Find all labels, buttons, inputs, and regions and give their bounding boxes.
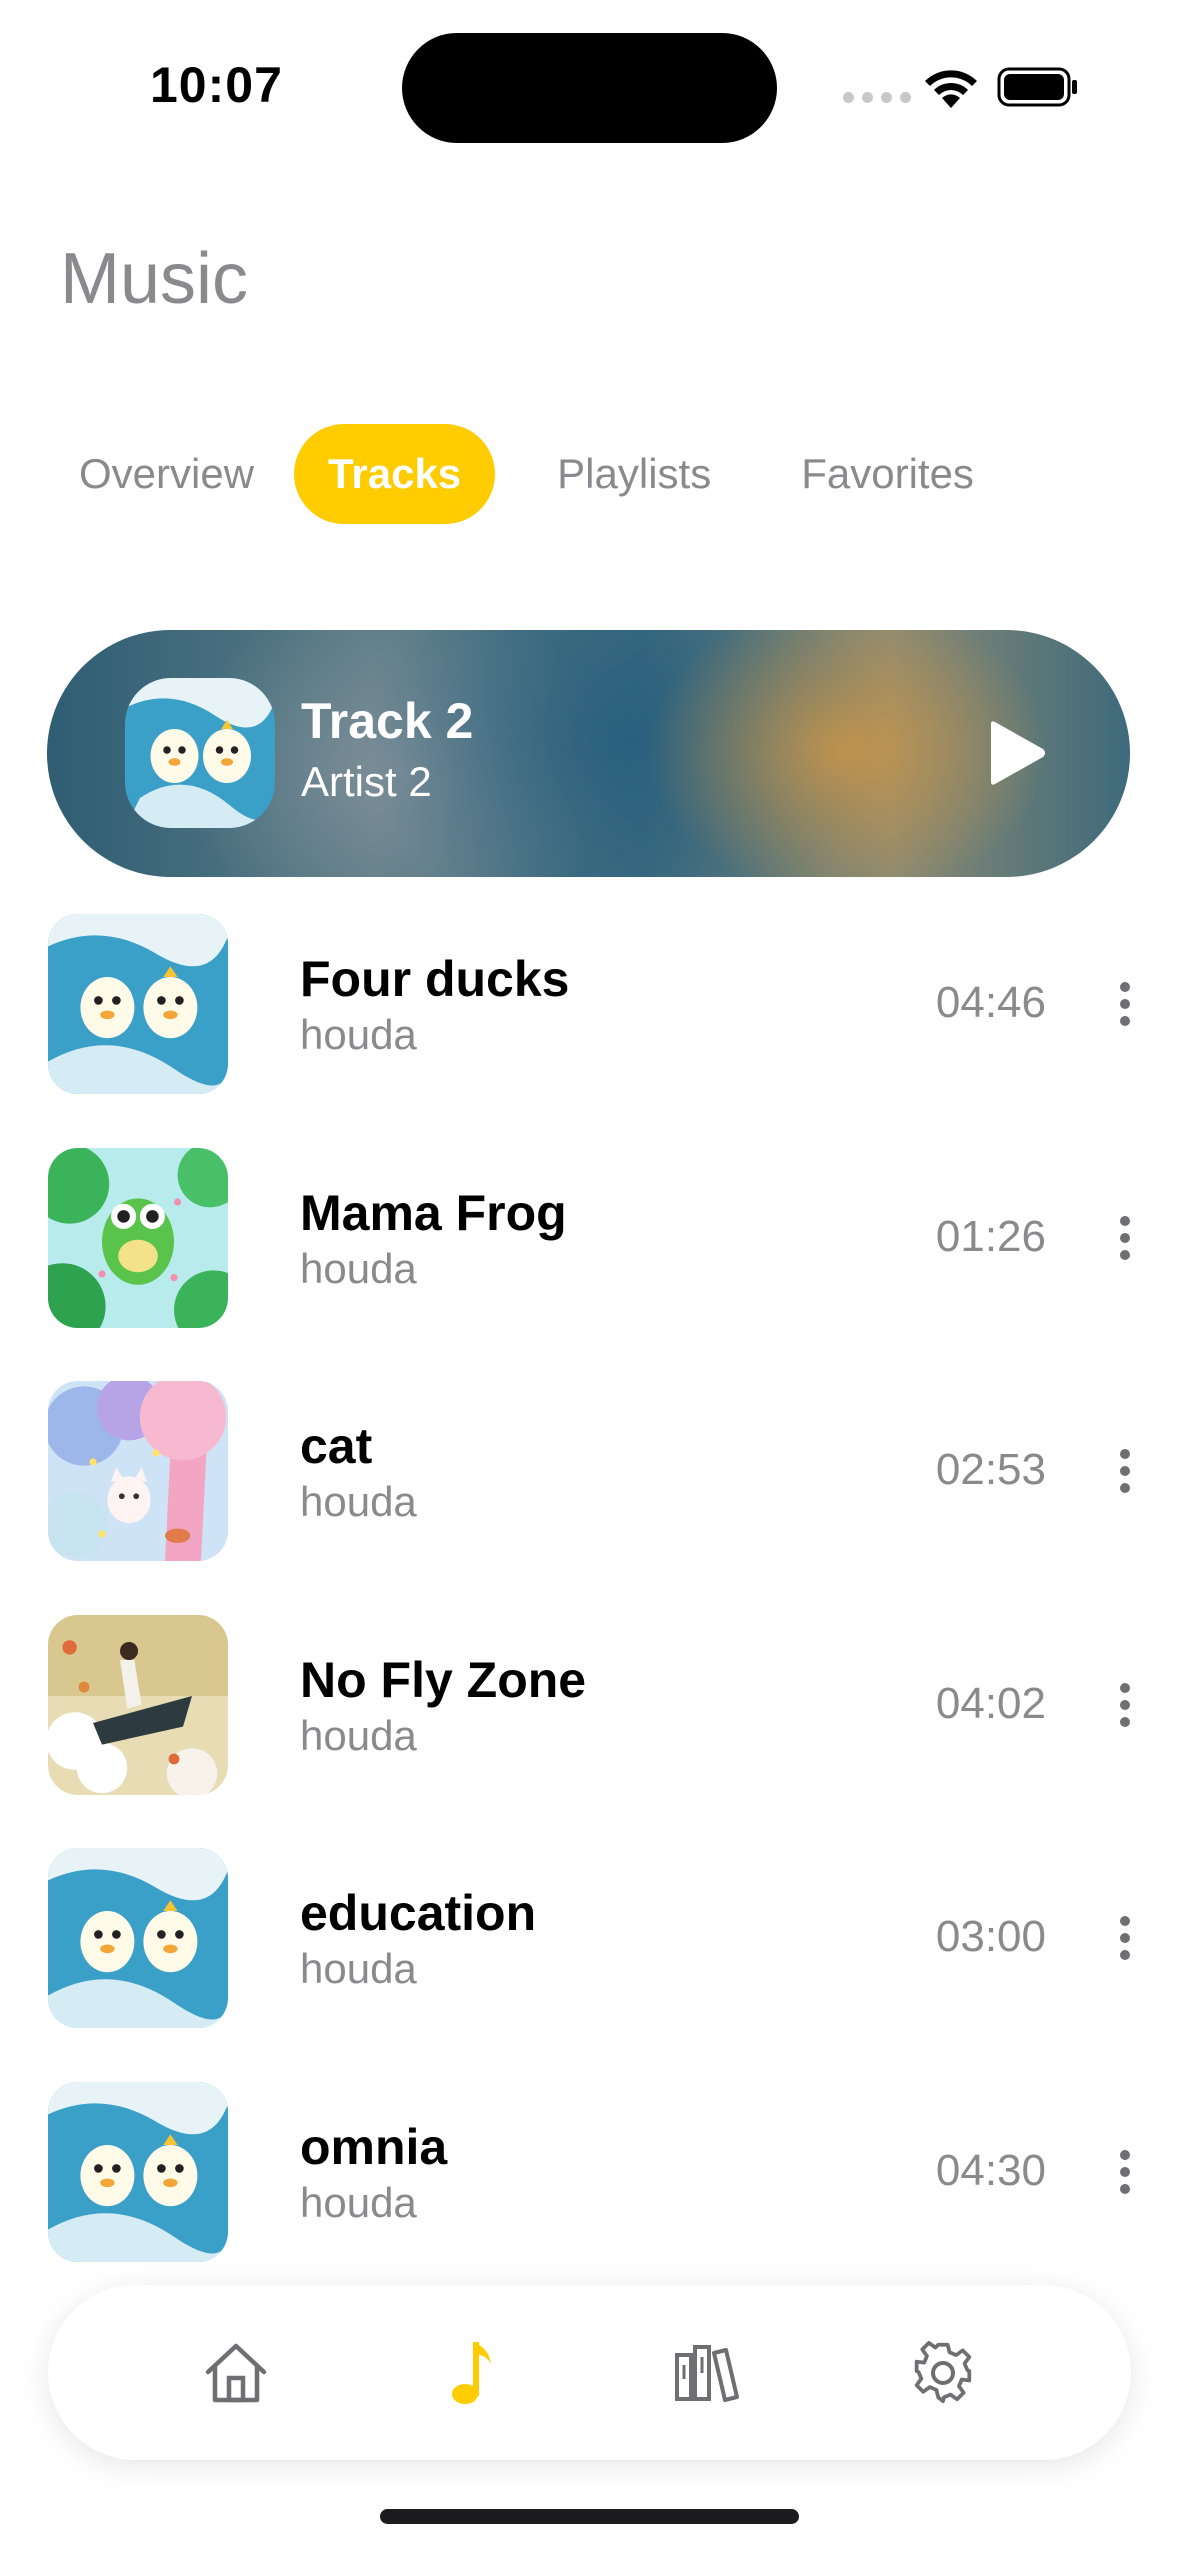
track-title: No Fly Zone xyxy=(300,1651,587,1708)
track-duration: 04:46 xyxy=(935,978,1046,1027)
play-button[interactable] xyxy=(969,708,1059,798)
library-icon xyxy=(675,2344,740,2402)
more-vertical-icon xyxy=(1120,1682,1130,1727)
nav-settings-button[interactable] xyxy=(888,2318,998,2428)
track-row[interactable]: Mama Frog houda 01:26 xyxy=(0,1142,1179,1376)
tab-favorites[interactable]: Favorites xyxy=(767,424,1008,524)
dynamic-island xyxy=(402,33,777,143)
battery-icon xyxy=(997,67,1077,107)
now-playing-artist: Artist 2 xyxy=(301,758,432,805)
now-playing-card[interactable]: Track 2 Artist 2 xyxy=(47,630,1130,877)
more-options-button[interactable] xyxy=(1100,2142,1150,2202)
track-artwork xyxy=(48,1147,228,1328)
settings-gear-icon xyxy=(914,2340,972,2403)
track-artist: houda xyxy=(300,1011,417,1058)
wifi-icon xyxy=(925,70,977,108)
track-list: Four ducks houda 04:46 Mama Frog houda 0… xyxy=(0,908,1179,2310)
track-title: Mama Frog xyxy=(300,1184,567,1241)
track-row[interactable]: omnia houda 04:30 xyxy=(0,2076,1179,2310)
music-note-icon xyxy=(451,2341,491,2404)
tab-overview[interactable]: Overview xyxy=(45,424,288,524)
status-bar: 10:07 xyxy=(0,0,1179,175)
page-title: Music xyxy=(60,239,249,319)
track-artist: houda xyxy=(300,1711,417,1759)
home-icon xyxy=(205,2343,267,2402)
track-title: omnia xyxy=(300,2118,448,2175)
track-artist: houda xyxy=(300,1244,417,1292)
track-artwork xyxy=(48,2081,228,2262)
more-vertical-icon xyxy=(1120,2149,1130,2194)
track-title: cat xyxy=(300,1418,373,1475)
tab-tracks[interactable]: Tracks xyxy=(294,424,496,524)
track-artwork xyxy=(48,1848,228,2029)
track-artist: houda xyxy=(300,1478,417,1526)
bottom-tab-bar xyxy=(48,2285,1131,2460)
more-options-button[interactable] xyxy=(1100,1908,1150,1968)
track-row[interactable]: No Fly Zone houda 04:02 xyxy=(0,1609,1179,1843)
more-vertical-icon xyxy=(1120,1916,1130,1961)
play-icon xyxy=(991,721,1045,785)
more-options-button[interactable] xyxy=(1100,974,1150,1034)
home-indicator xyxy=(380,2509,799,2524)
more-vertical-icon xyxy=(1120,982,1130,1026)
track-row[interactable]: education houda 03:00 xyxy=(0,1842,1179,2076)
track-artwork xyxy=(48,1381,228,1562)
track-title: Four ducks xyxy=(300,951,570,1007)
nav-home-button[interactable] xyxy=(181,2318,291,2428)
tab-playlists[interactable]: Playlists xyxy=(523,424,745,524)
segment-tabs: Overview Tracks Playlists Favorites xyxy=(45,424,1008,524)
nav-library-button[interactable] xyxy=(652,2318,762,2428)
track-artist: houda xyxy=(300,1945,417,1993)
track-row[interactable]: cat houda 02:53 xyxy=(0,1375,1179,1609)
cellular-signal-icon xyxy=(843,92,911,103)
more-vertical-icon xyxy=(1120,1449,1130,1494)
track-duration: 02:53 xyxy=(935,1445,1046,1495)
more-options-button[interactable] xyxy=(1100,1675,1150,1735)
more-options-button[interactable] xyxy=(1100,1208,1150,1268)
track-duration: 01:26 xyxy=(935,1211,1046,1261)
status-time: 10:07 xyxy=(150,57,283,113)
nav-music-button[interactable] xyxy=(417,2318,527,2428)
track-title: education xyxy=(300,1885,537,1942)
track-duration: 03:00 xyxy=(935,1912,1046,1962)
track-duration: 04:30 xyxy=(935,2145,1046,2195)
track-artwork xyxy=(48,914,228,1094)
track-duration: 04:02 xyxy=(935,1678,1046,1728)
track-row[interactable]: Four ducks houda 04:46 xyxy=(0,908,1179,1142)
now-playing-artwork xyxy=(125,678,275,828)
now-playing-title: Track 2 xyxy=(301,693,474,749)
track-artwork xyxy=(48,1614,228,1795)
track-artist: houda xyxy=(300,2178,417,2226)
more-vertical-icon xyxy=(1120,1215,1130,1260)
more-options-button[interactable] xyxy=(1100,1441,1150,1501)
